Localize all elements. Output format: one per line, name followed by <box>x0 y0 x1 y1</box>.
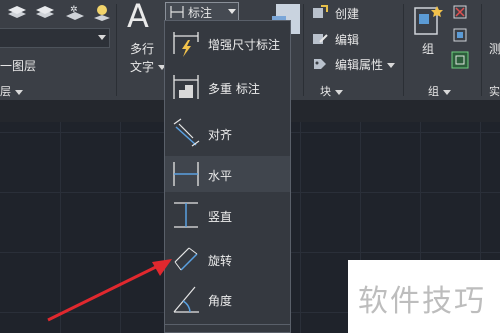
chevron-down-icon <box>335 89 343 95</box>
create-block-label[interactable]: 创建 <box>335 5 359 22</box>
menu-item-label: 水平 <box>208 169 233 183</box>
chevron-down-icon <box>98 35 106 40</box>
edit-block-label[interactable]: 编辑 <box>335 31 359 48</box>
multiline-text-label-1[interactable]: 多行 <box>130 40 154 57</box>
group-label[interactable]: 组 <box>422 40 434 57</box>
chevron-down-icon <box>387 63 396 68</box>
edit-block-icon[interactable] <box>312 30 328 46</box>
menu-item-multiple-dimension[interactable]: 多重 标注 <box>165 69 290 105</box>
aligned-dimension-icon <box>173 118 200 147</box>
layer-on-icon[interactable] <box>92 3 112 23</box>
dimension-dropdown-label: 标注 <box>188 6 213 20</box>
svg-text:✲: ✲ <box>70 5 78 15</box>
block-panel-label: 块 <box>320 85 331 98</box>
chevron-down-icon <box>228 9 236 14</box>
menu-divider <box>165 324 290 325</box>
layer-panel-title[interactable]: 层 <box>0 83 23 99</box>
multiple-dimension-icon <box>173 75 199 99</box>
edit-attributes-label[interactable]: 编辑属性 <box>335 56 396 73</box>
menu-item-rotated[interactable]: 旋转 <box>165 241 290 277</box>
multiline-text-label-2-text: 文字 <box>130 60 155 74</box>
chevron-down-icon <box>443 89 451 95</box>
watermark-text: 软件技巧 <box>358 284 486 319</box>
horizontal-dimension-icon <box>173 162 199 186</box>
dimension-menu: 增强尺寸标注 多重 标注 对齐 水平 竖直 旋转 角度 <box>164 20 291 333</box>
chevron-down-icon <box>15 89 23 95</box>
smart-dimension-icon <box>173 32 199 57</box>
ungroup-icon[interactable] <box>452 4 468 20</box>
layer-state-icon[interactable] <box>6 4 28 22</box>
menu-item-smart-dimension[interactable]: 增强尺寸标注 <box>165 25 290 61</box>
multiline-text-label-2[interactable]: 文字 <box>130 58 167 75</box>
layer-freeze-icon[interactable]: ✲ <box>64 4 86 22</box>
linear-dimension-icon <box>170 6 184 18</box>
measure-label[interactable]: 测 <box>489 40 500 57</box>
menu-item-label: 角度 <box>208 294 233 308</box>
panel-separator <box>303 4 304 96</box>
grid-line <box>300 122 301 333</box>
red-arrow-annotation <box>47 259 172 322</box>
menu-item-label: 竖直 <box>208 210 233 224</box>
group-panel-title[interactable]: 组 <box>428 83 451 99</box>
layer-isolate-icon[interactable] <box>34 4 56 22</box>
dimension-dropdown[interactable]: 标注 <box>165 2 239 22</box>
menu-item-label: 旋转 <box>208 254 233 268</box>
menu-item-vertical[interactable]: 竖直 <box>165 197 290 233</box>
menu-item-label: 增强尺寸标注 <box>208 38 281 52</box>
watermark: 软件技巧 <box>348 260 500 333</box>
panel-separator <box>403 4 404 96</box>
utilities-panel-title[interactable]: 实 <box>489 83 500 99</box>
menu-item-angular[interactable]: 角度 <box>165 281 290 317</box>
layer-dropdown[interactable] <box>0 28 110 48</box>
layer-panel-label: 层 <box>0 85 11 98</box>
menu-item-horizontal[interactable]: 水平 <box>165 156 290 192</box>
panel-separator <box>116 4 117 96</box>
block-panel-title[interactable]: 块 <box>320 83 343 99</box>
edit-attributes-text: 编辑属性 <box>335 58 384 72</box>
menu-item-label: 多重 标注 <box>208 82 260 96</box>
panel-separator <box>481 4 482 96</box>
multiline-text-icon[interactable]: A <box>127 0 149 35</box>
vertical-dimension-icon <box>174 202 198 228</box>
group-edit-icon[interactable] <box>452 27 468 43</box>
match-layer-label[interactable]: 一图层 <box>0 57 36 74</box>
group-panel-label: 组 <box>428 85 439 98</box>
edit-attributes-icon[interactable] <box>312 55 328 71</box>
menu-item-aligned[interactable]: 对齐 <box>165 115 290 151</box>
create-block-icon[interactable] <box>312 4 328 20</box>
group-selection-icon[interactable] <box>451 51 469 69</box>
menu-item-label: 对齐 <box>208 128 233 142</box>
group-icon[interactable] <box>413 4 443 38</box>
